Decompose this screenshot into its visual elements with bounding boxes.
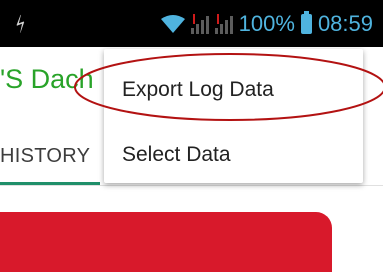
menu-item-export-log-data[interactable]: Export Log Data — [122, 78, 274, 102]
status-icons: 100% 08:59 — [160, 10, 373, 38]
wifi-icon — [160, 15, 185, 33]
signal-icon — [190, 14, 209, 34]
menu-item-select-data[interactable]: Select Data — [122, 143, 231, 167]
clock: 08:59 — [317, 11, 373, 36]
red-card[interactable] — [0, 212, 332, 272]
app-title: 'S Dach — [0, 64, 94, 94]
status-bar: ⚡ 100% 08:59 — [0, 0, 383, 47]
signal-icon — [214, 14, 233, 34]
usb-icon: ⚡ — [9, 11, 34, 38]
battery-percent: 100% — [238, 11, 295, 36]
tab-divider — [0, 185, 383, 186]
tab-history[interactable]: HISTORY — [0, 145, 90, 168]
battery-icon — [300, 11, 312, 34]
overflow-menu: Export Log Data Select Data — [104, 49, 363, 183]
